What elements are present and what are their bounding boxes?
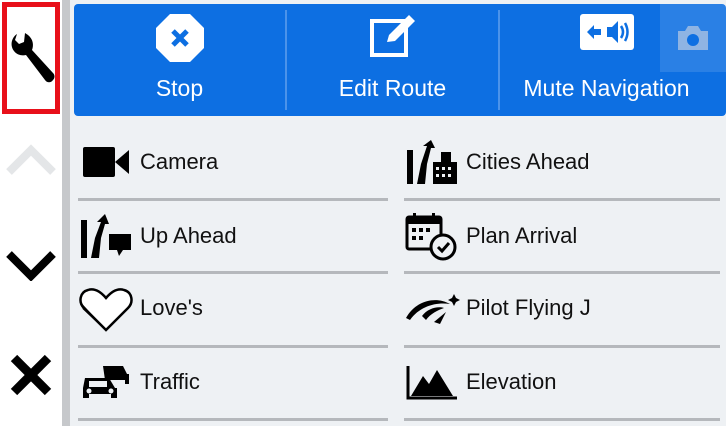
menu-item-pilot-flying-j[interactable]: Pilot Flying J bbox=[404, 278, 720, 338]
row-divider bbox=[404, 418, 720, 421]
row-divider bbox=[404, 198, 720, 201]
screenshot-button[interactable] bbox=[660, 4, 726, 72]
menu-item-loves[interactable]: Love's bbox=[78, 278, 388, 338]
chevron-up-icon bbox=[6, 144, 56, 175]
scroll-up-button[interactable] bbox=[0, 130, 62, 190]
stop-icon bbox=[155, 14, 204, 62]
top-action-bar: Stop Edit Route Mute Navigation bbox=[74, 4, 726, 116]
traffic-cars-icon bbox=[78, 359, 134, 405]
close-button[interactable] bbox=[0, 340, 62, 410]
loves-heart-icon bbox=[78, 285, 134, 332]
menu-item-cities-ahead[interactable]: Cities Ahead bbox=[404, 132, 720, 192]
mute-navigation-icon bbox=[579, 14, 634, 50]
row-divider bbox=[78, 198, 388, 201]
menu-item-label: Plan Arrival bbox=[466, 223, 578, 248]
menu-item-up-ahead[interactable]: Up Ahead bbox=[78, 206, 388, 266]
menu-item-label: Pilot Flying J bbox=[466, 295, 591, 320]
row-divider bbox=[78, 271, 388, 274]
menu-item-label: Cities Ahead bbox=[466, 149, 590, 174]
camera-icon bbox=[678, 26, 708, 50]
mute-navigation-label: Mute Navigation bbox=[523, 75, 690, 101]
row-divider bbox=[404, 345, 720, 348]
menu-item-label: Traffic bbox=[140, 369, 200, 394]
left-rail bbox=[0, 0, 62, 426]
menu-panel: Stop Edit Route Mute Navigation Camera C… bbox=[70, 0, 726, 426]
row-divider bbox=[404, 271, 720, 274]
menu-item-camera[interactable]: Camera bbox=[78, 132, 388, 192]
video-camera-icon bbox=[78, 139, 134, 185]
rail-divider bbox=[62, 0, 70, 426]
calendar-clock-icon bbox=[404, 213, 460, 261]
pilot-flying-j-icon bbox=[404, 285, 460, 331]
wrench-icon bbox=[11, 33, 55, 83]
menu-item-label: Up Ahead bbox=[140, 223, 237, 248]
menu-item-traffic[interactable]: Traffic bbox=[78, 352, 388, 412]
close-icon bbox=[10, 354, 52, 396]
menu-item-label: Love's bbox=[140, 295, 203, 320]
menu-item-label: Elevation bbox=[466, 369, 557, 394]
edit-route-button[interactable]: Edit Route bbox=[287, 4, 498, 116]
tools-button[interactable] bbox=[2, 2, 62, 114]
row-divider bbox=[78, 418, 388, 421]
up-ahead-icon bbox=[78, 213, 134, 259]
cities-ahead-icon bbox=[404, 139, 460, 185]
scroll-down-button[interactable] bbox=[0, 235, 62, 295]
menu-item-label: Camera bbox=[140, 149, 219, 174]
stop-button[interactable]: Stop bbox=[74, 4, 285, 116]
elevation-chart-icon bbox=[404, 359, 460, 405]
edit-route-icon bbox=[369, 15, 415, 57]
chevron-down-icon bbox=[6, 251, 56, 281]
menu-item-plan-arrival[interactable]: Plan Arrival bbox=[404, 206, 720, 266]
stop-label: Stop bbox=[155, 75, 204, 101]
edit-route-label: Edit Route bbox=[338, 75, 447, 101]
row-divider bbox=[78, 345, 388, 348]
menu-item-elevation[interactable]: Elevation bbox=[404, 352, 720, 412]
